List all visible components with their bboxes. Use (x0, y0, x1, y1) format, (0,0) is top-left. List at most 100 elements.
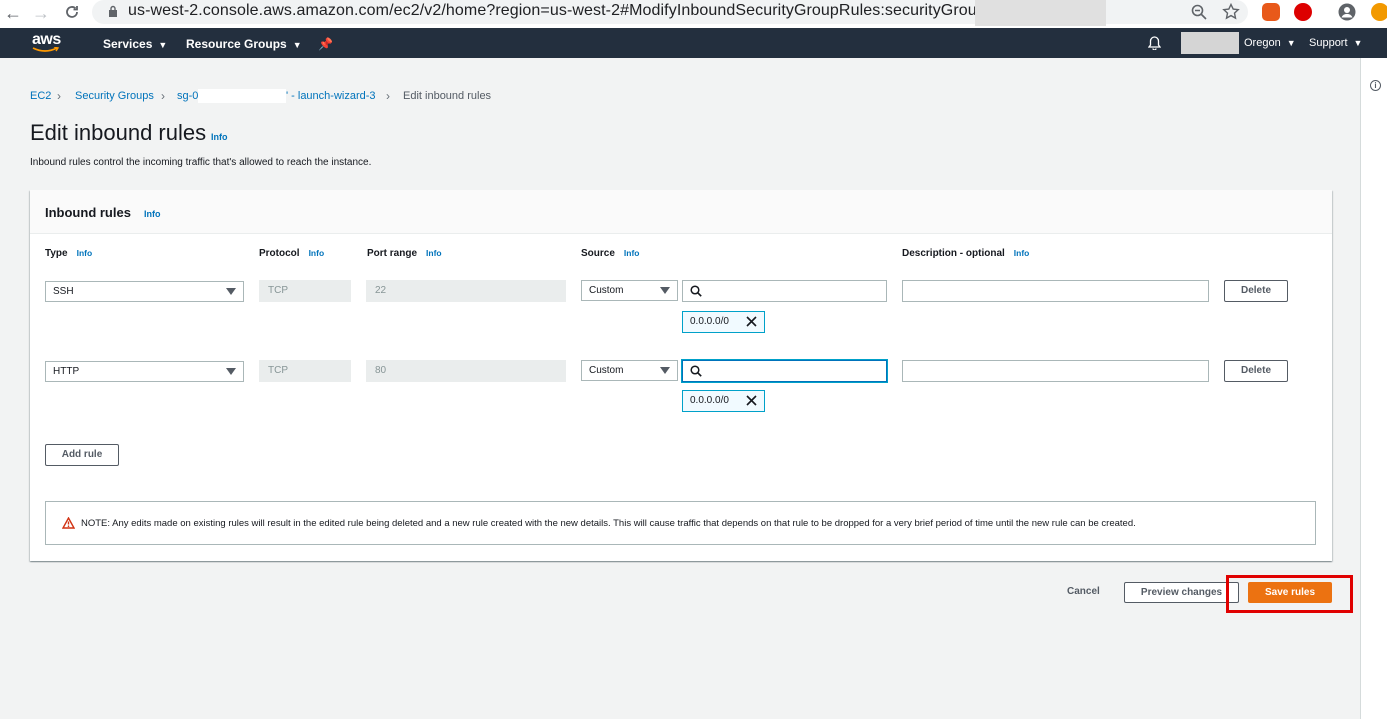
source-select[interactable]: Custom (581, 280, 678, 301)
caret-down-icon (660, 367, 670, 374)
aws-top-navigation: aws Services ▼ Resource Groups ▼ 📌 Oregon ▼… (0, 28, 1387, 58)
pin-icon[interactable]: 📌 (318, 37, 333, 51)
region-menu[interactable]: Oregon ▼ (1244, 37, 1296, 49)
type-select[interactable]: SSH (45, 281, 244, 302)
profile-icon[interactable] (1338, 3, 1356, 21)
delete-rule-button[interactable]: Delete (1224, 280, 1288, 302)
cidr-token: 0.0.0.0/0 (682, 390, 765, 412)
panel-header: Inbound rules Info (30, 190, 1332, 234)
chevron-right-icon: › (57, 89, 61, 103)
port-range-field: 22 (366, 280, 566, 302)
resource-groups-label: Resource Groups (186, 37, 287, 51)
add-rule-button[interactable]: Add rule (45, 444, 119, 466)
resource-groups-menu[interactable]: Resource Groups ▼ (186, 37, 302, 51)
info-icon[interactable]: i (1370, 80, 1381, 91)
protocol-info-link[interactable]: Info (309, 248, 325, 258)
services-label: Services (103, 37, 153, 51)
search-icon (690, 285, 702, 297)
caret-down-icon (226, 368, 236, 375)
aws-smile-icon (32, 47, 60, 52)
chevron-right-icon: › (161, 89, 165, 103)
breadcrumb-current: Edit inbound rules (403, 90, 492, 102)
warning-icon (62, 517, 75, 529)
page-description: Inbound rules control the incoming traff… (30, 157, 372, 168)
update-icon[interactable] (1371, 3, 1387, 21)
type-info-link[interactable]: Info (77, 248, 93, 258)
extension-block-icon[interactable] (1294, 3, 1312, 21)
redacted-region (975, 0, 1106, 26)
column-header-source: Source Info (581, 248, 639, 259)
panel-title: Inbound rules (45, 205, 131, 220)
port-info-link[interactable]: Info (426, 248, 442, 258)
breadcrumb-ec2[interactable]: EC2 (30, 90, 51, 102)
browser-toolbar: ← → us-west-2.console.aws.amazon.com/ec2… (0, 0, 1387, 28)
source-search-input[interactable] (682, 360, 887, 382)
title-info-link[interactable]: Info (211, 132, 228, 142)
account-menu[interactable] (1181, 32, 1239, 54)
support-label: Support (1309, 37, 1348, 49)
cidr-value: 0.0.0.0/0 (690, 316, 729, 327)
description-input[interactable] (902, 280, 1209, 302)
description-input[interactable] (902, 360, 1209, 382)
preview-changes-button[interactable]: Preview changes (1124, 582, 1239, 603)
column-label: Type (45, 248, 68, 259)
column-header-description: Description - optional Info (902, 248, 1029, 259)
chevron-down-icon: ▼ (1353, 38, 1363, 48)
type-value: SSH (53, 286, 74, 297)
forward-arrow-icon[interactable]: → (32, 2, 50, 24)
url-text[interactable]: us-west-2.console.aws.amazon.com/ec2/v2/… (128, 2, 1040, 20)
caret-down-icon (660, 287, 670, 294)
column-label: Protocol (259, 248, 300, 259)
bell-icon[interactable] (1148, 36, 1161, 50)
type-value: HTTP (53, 366, 80, 377)
tools-panel-strip (1360, 58, 1387, 719)
back-arrow-icon[interactable]: ← (4, 2, 22, 24)
page-title: Edit inbound rules (30, 120, 207, 145)
chevron-right-icon: › (386, 89, 390, 103)
search-icon (690, 365, 702, 377)
breadcrumb-security-groups[interactable]: Security Groups (75, 90, 154, 102)
lock-icon (109, 5, 117, 17)
column-label: Port range (367, 248, 418, 259)
source-value: Custom (589, 365, 624, 376)
cancel-button[interactable]: Cancel (1067, 586, 1100, 597)
support-menu[interactable]: Support ▼ (1309, 37, 1362, 49)
cidr-token: 0.0.0.0/0 (682, 311, 765, 333)
cidr-value: 0.0.0.0/0 (690, 395, 729, 406)
region-label: Oregon (1244, 37, 1281, 49)
redacted-region (198, 89, 286, 103)
source-select[interactable]: Custom (581, 360, 678, 381)
annotation-highlight (1226, 575, 1353, 613)
chevron-down-icon: ▼ (158, 40, 168, 50)
panel-info-link[interactable]: Info (144, 209, 161, 219)
chevron-down-icon: ▼ (1286, 38, 1296, 48)
protocol-field: TCP (259, 360, 351, 382)
caret-down-icon (226, 288, 236, 295)
breadcrumb-sg-id[interactable]: sg-0 (177, 90, 198, 102)
column-label: Description - optional (902, 248, 1005, 259)
warning-notice: NOTE: Any edits made on existing rules w… (45, 501, 1316, 545)
star-icon[interactable] (1222, 3, 1240, 21)
close-icon[interactable] (745, 394, 758, 407)
column-label: Source (581, 248, 615, 259)
column-header-port-range: Port range Info (367, 248, 442, 259)
close-icon[interactable] (745, 315, 758, 328)
delete-rule-button[interactable]: Delete (1224, 360, 1288, 382)
column-header-type: Type Info (45, 248, 92, 259)
source-search-input[interactable] (682, 280, 887, 302)
zoom-icon[interactable] (1190, 3, 1208, 21)
breadcrumb-sg-name[interactable]: ' - launch-wizard-3 (286, 90, 376, 102)
source-info-link[interactable]: Info (624, 248, 640, 258)
source-value: Custom (589, 285, 624, 296)
chevron-down-icon: ▼ (292, 40, 302, 50)
inbound-rules-panel: Inbound rules Info Type Info Protocol Info… (30, 190, 1332, 561)
column-header-protocol: Protocol Info (259, 248, 324, 259)
services-menu[interactable]: Services ▼ (103, 37, 167, 51)
type-select[interactable]: HTTP (45, 361, 244, 382)
extension-icon[interactable] (1262, 3, 1280, 21)
protocol-field: TCP (259, 280, 351, 302)
description-info-link[interactable]: Info (1014, 248, 1030, 258)
reload-icon[interactable] (64, 4, 80, 20)
warning-text: NOTE: Any edits made on existing rules w… (81, 518, 1136, 529)
port-range-field: 80 (366, 360, 566, 382)
